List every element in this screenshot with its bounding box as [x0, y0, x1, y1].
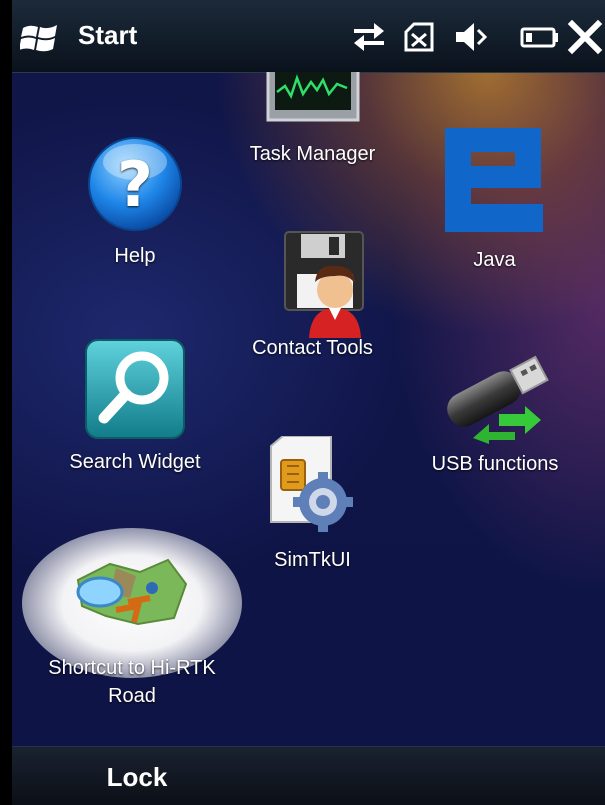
usb-functions-icon: [447, 355, 549, 444]
lock-button[interactable]: Lock: [82, 757, 192, 797]
java-icon: [444, 128, 543, 232]
task-manager-icon: [266, 72, 359, 122]
app-task-manager[interactable]: Task Manager: [230, 72, 395, 168]
help-icon: ?: [88, 137, 182, 231]
app-java[interactable]: Java: [412, 126, 577, 274]
device-screen: Start Task Manager ? Help Java Contact T…: [0, 0, 605, 805]
windows-flag-icon[interactable]: [20, 22, 60, 54]
contact-tools-icon: [283, 231, 364, 338]
battery-icon[interactable]: [518, 18, 560, 56]
app-label: Java: [473, 249, 516, 271]
app-label: Shortcut to Hi-RTK Road: [48, 657, 216, 707]
app-label: USB functions: [431, 453, 559, 475]
connectivity-icon[interactable]: [350, 18, 388, 56]
app-label: SimTkUI: [274, 549, 351, 571]
volume-mute-icon[interactable]: [452, 18, 490, 56]
soft-key-bar: Lock: [12, 746, 605, 805]
search-widget-icon: [85, 339, 185, 439]
map-icon: [76, 558, 188, 626]
app-label: Search Widget: [69, 451, 201, 473]
title-text: Start: [78, 20, 138, 50]
app-label: Contact Tools: [252, 337, 373, 359]
title-bar: Start: [12, 0, 605, 73]
simtkui-icon: [269, 436, 353, 532]
app-search-widget[interactable]: Search Widget: [52, 338, 218, 476]
close-icon[interactable]: [566, 18, 604, 56]
app-shortcut-hi-rtk-road[interactable]: Shortcut to Hi-RTK Road: [22, 558, 242, 710]
no-sim-icon[interactable]: [400, 18, 438, 56]
app-contact-tools[interactable]: Contact Tools: [230, 228, 395, 362]
app-help[interactable]: ? Help: [55, 134, 215, 270]
app-label: Help: [114, 245, 156, 267]
svg-text:?: ?: [117, 148, 153, 221]
app-label: Task Manager: [249, 143, 376, 165]
app-usb-functions[interactable]: USB functions: [410, 340, 580, 478]
app-simtkui[interactable]: SimTkUI: [230, 436, 395, 574]
